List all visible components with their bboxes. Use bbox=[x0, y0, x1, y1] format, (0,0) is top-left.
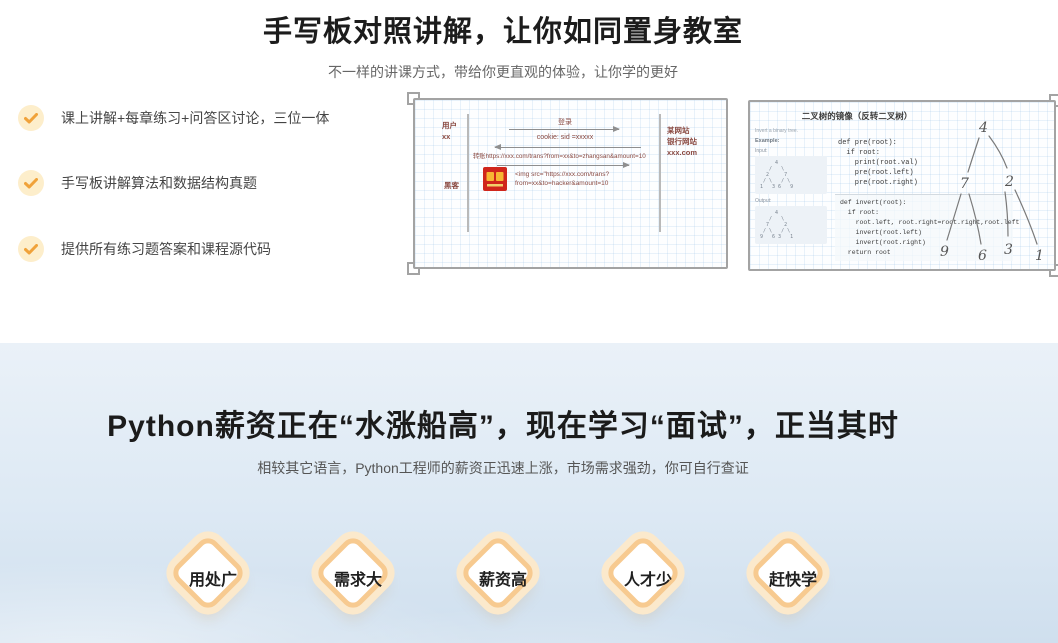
page-subtitle: 不一样的讲课方式，带给你更直观的体验，让你学的更好 bbox=[0, 62, 1006, 82]
handwritten-tree-sketch: 4 7 2 9 6 3 1 bbox=[935, 110, 1055, 268]
feature-item: 手写板讲解算法和数据结构真题 bbox=[18, 170, 257, 196]
lifeline bbox=[659, 114, 661, 232]
leetcode-problem-panel: Invert a binary tree. Example: Input: 4 … bbox=[755, 128, 827, 244]
svg-text:2: 2 bbox=[1004, 174, 1014, 190]
arrow-left-icon bbox=[495, 147, 641, 148]
whiteboard-tree-canvas: 二叉树的镜像（反转二叉树） Invert a binary tree. Exam… bbox=[748, 100, 1056, 271]
ad-image-icon bbox=[483, 167, 507, 191]
promo-subtitle: 相较其它语言，Python工程师的薪资正迅速上涨，市场需求强劲，你可自行查证 bbox=[0, 458, 1006, 478]
diamond-badge: 需求大 bbox=[308, 528, 408, 628]
lifeline bbox=[467, 114, 469, 232]
python-promo-section: Python薪资正在“水涨船高”，现在学习“面试”，正当其时 相较其它语言，Py… bbox=[0, 343, 1058, 643]
check-icon bbox=[18, 105, 44, 131]
cookie-arrow-label: cookie: sid =xxxxx bbox=[471, 134, 659, 141]
diamond-badge: 人才少 bbox=[598, 528, 698, 628]
arrow-right-icon bbox=[497, 165, 629, 166]
diamond-badge: 用处广 bbox=[163, 528, 263, 628]
bank-site-label: 某网站 银行网站 xxx.com bbox=[667, 125, 697, 158]
feature-label: 课上讲解+每章练习+问答区讨论，三位一体 bbox=[61, 108, 329, 128]
input-heading: Input: bbox=[755, 148, 827, 154]
example-heading: Example: bbox=[755, 138, 827, 144]
login-arrow-label: 登录 bbox=[471, 117, 659, 127]
problem-statement: Invert a binary tree. bbox=[755, 128, 827, 134]
check-icon bbox=[18, 170, 44, 196]
feature-item: 提供所有练习题答案和课程源代码 bbox=[18, 236, 271, 262]
promo-title: Python薪资正在“水涨船高”，现在学习“面试”，正当其时 bbox=[0, 343, 1006, 445]
input-tree-ascii: 4 / \ 2 7 / \ / \ 1 3 6 9 bbox=[755, 156, 827, 194]
feature-label: 提供所有练习题答案和课程源代码 bbox=[61, 239, 271, 259]
svg-text:1: 1 bbox=[1035, 248, 1044, 264]
hacker-label: 黑客 bbox=[444, 180, 459, 191]
lesson-title: 二叉树的镜像（反转二叉树） bbox=[750, 110, 964, 122]
check-icon bbox=[18, 236, 44, 262]
code-preorder: def pre(root): if root: print(root.val) … bbox=[838, 138, 918, 188]
whiteboard-csrf: 用户 xx 黑客 某网站 银行网站 xxx.com 登录 cookie: sid… bbox=[413, 98, 728, 269]
output-heading: Output: bbox=[755, 198, 827, 204]
diamond-badge: 薪资高 bbox=[453, 528, 553, 628]
output-tree-ascii: 4 / \ 7 2 / \ / \ 9 6 3 1 bbox=[755, 206, 827, 244]
user-label: 用户 xx bbox=[442, 120, 457, 142]
svg-text:4: 4 bbox=[978, 120, 988, 136]
malicious-img-code: <img src="https://xxx.com/trans? from=xx… bbox=[515, 170, 609, 188]
feature-item: 课上讲解+每章练习+问答区讨论，三位一体 bbox=[18, 105, 329, 131]
feature-label: 手写板讲解算法和数据结构真题 bbox=[61, 173, 257, 193]
hero-section: 手写板对照讲解，让你如同置身教室 不一样的讲课方式，带给你更直观的体验，让你学的… bbox=[0, 0, 1058, 343]
diamond-label: 薪资高 bbox=[453, 528, 553, 628]
svg-text:7: 7 bbox=[960, 176, 969, 192]
diamond-label: 需求大 bbox=[308, 528, 408, 628]
diamond-label: 赶快学 bbox=[743, 528, 843, 628]
sequence-messages: 登录 cookie: sid =xxxxx 转账https://xxx.com/… bbox=[471, 112, 659, 242]
diamond-label: 用处广 bbox=[163, 528, 263, 628]
page-title: 手写板对照讲解，让你如同置身教室 bbox=[0, 0, 1006, 50]
svg-text:6: 6 bbox=[978, 248, 987, 264]
svg-text:9: 9 bbox=[940, 244, 949, 260]
diamond-label: 人才少 bbox=[598, 528, 698, 628]
svg-text:3: 3 bbox=[1004, 242, 1013, 258]
transfer-arrow-label: 转账https://xxx.com/trans?from=xx&to=zhang… bbox=[473, 151, 646, 160]
arrow-right-icon bbox=[509, 129, 619, 130]
whiteboard-csrf-canvas: 用户 xx 黑客 某网站 银行网站 xxx.com 登录 cookie: sid… bbox=[413, 98, 728, 269]
diamond-badges-row: 用处广 需求大 薪资高 人才少 赶快学 bbox=[0, 528, 1006, 628]
diamond-badge: 赶快学 bbox=[743, 528, 843, 628]
whiteboard-tree: 二叉树的镜像（反转二叉树） Invert a binary tree. Exam… bbox=[748, 100, 1056, 271]
